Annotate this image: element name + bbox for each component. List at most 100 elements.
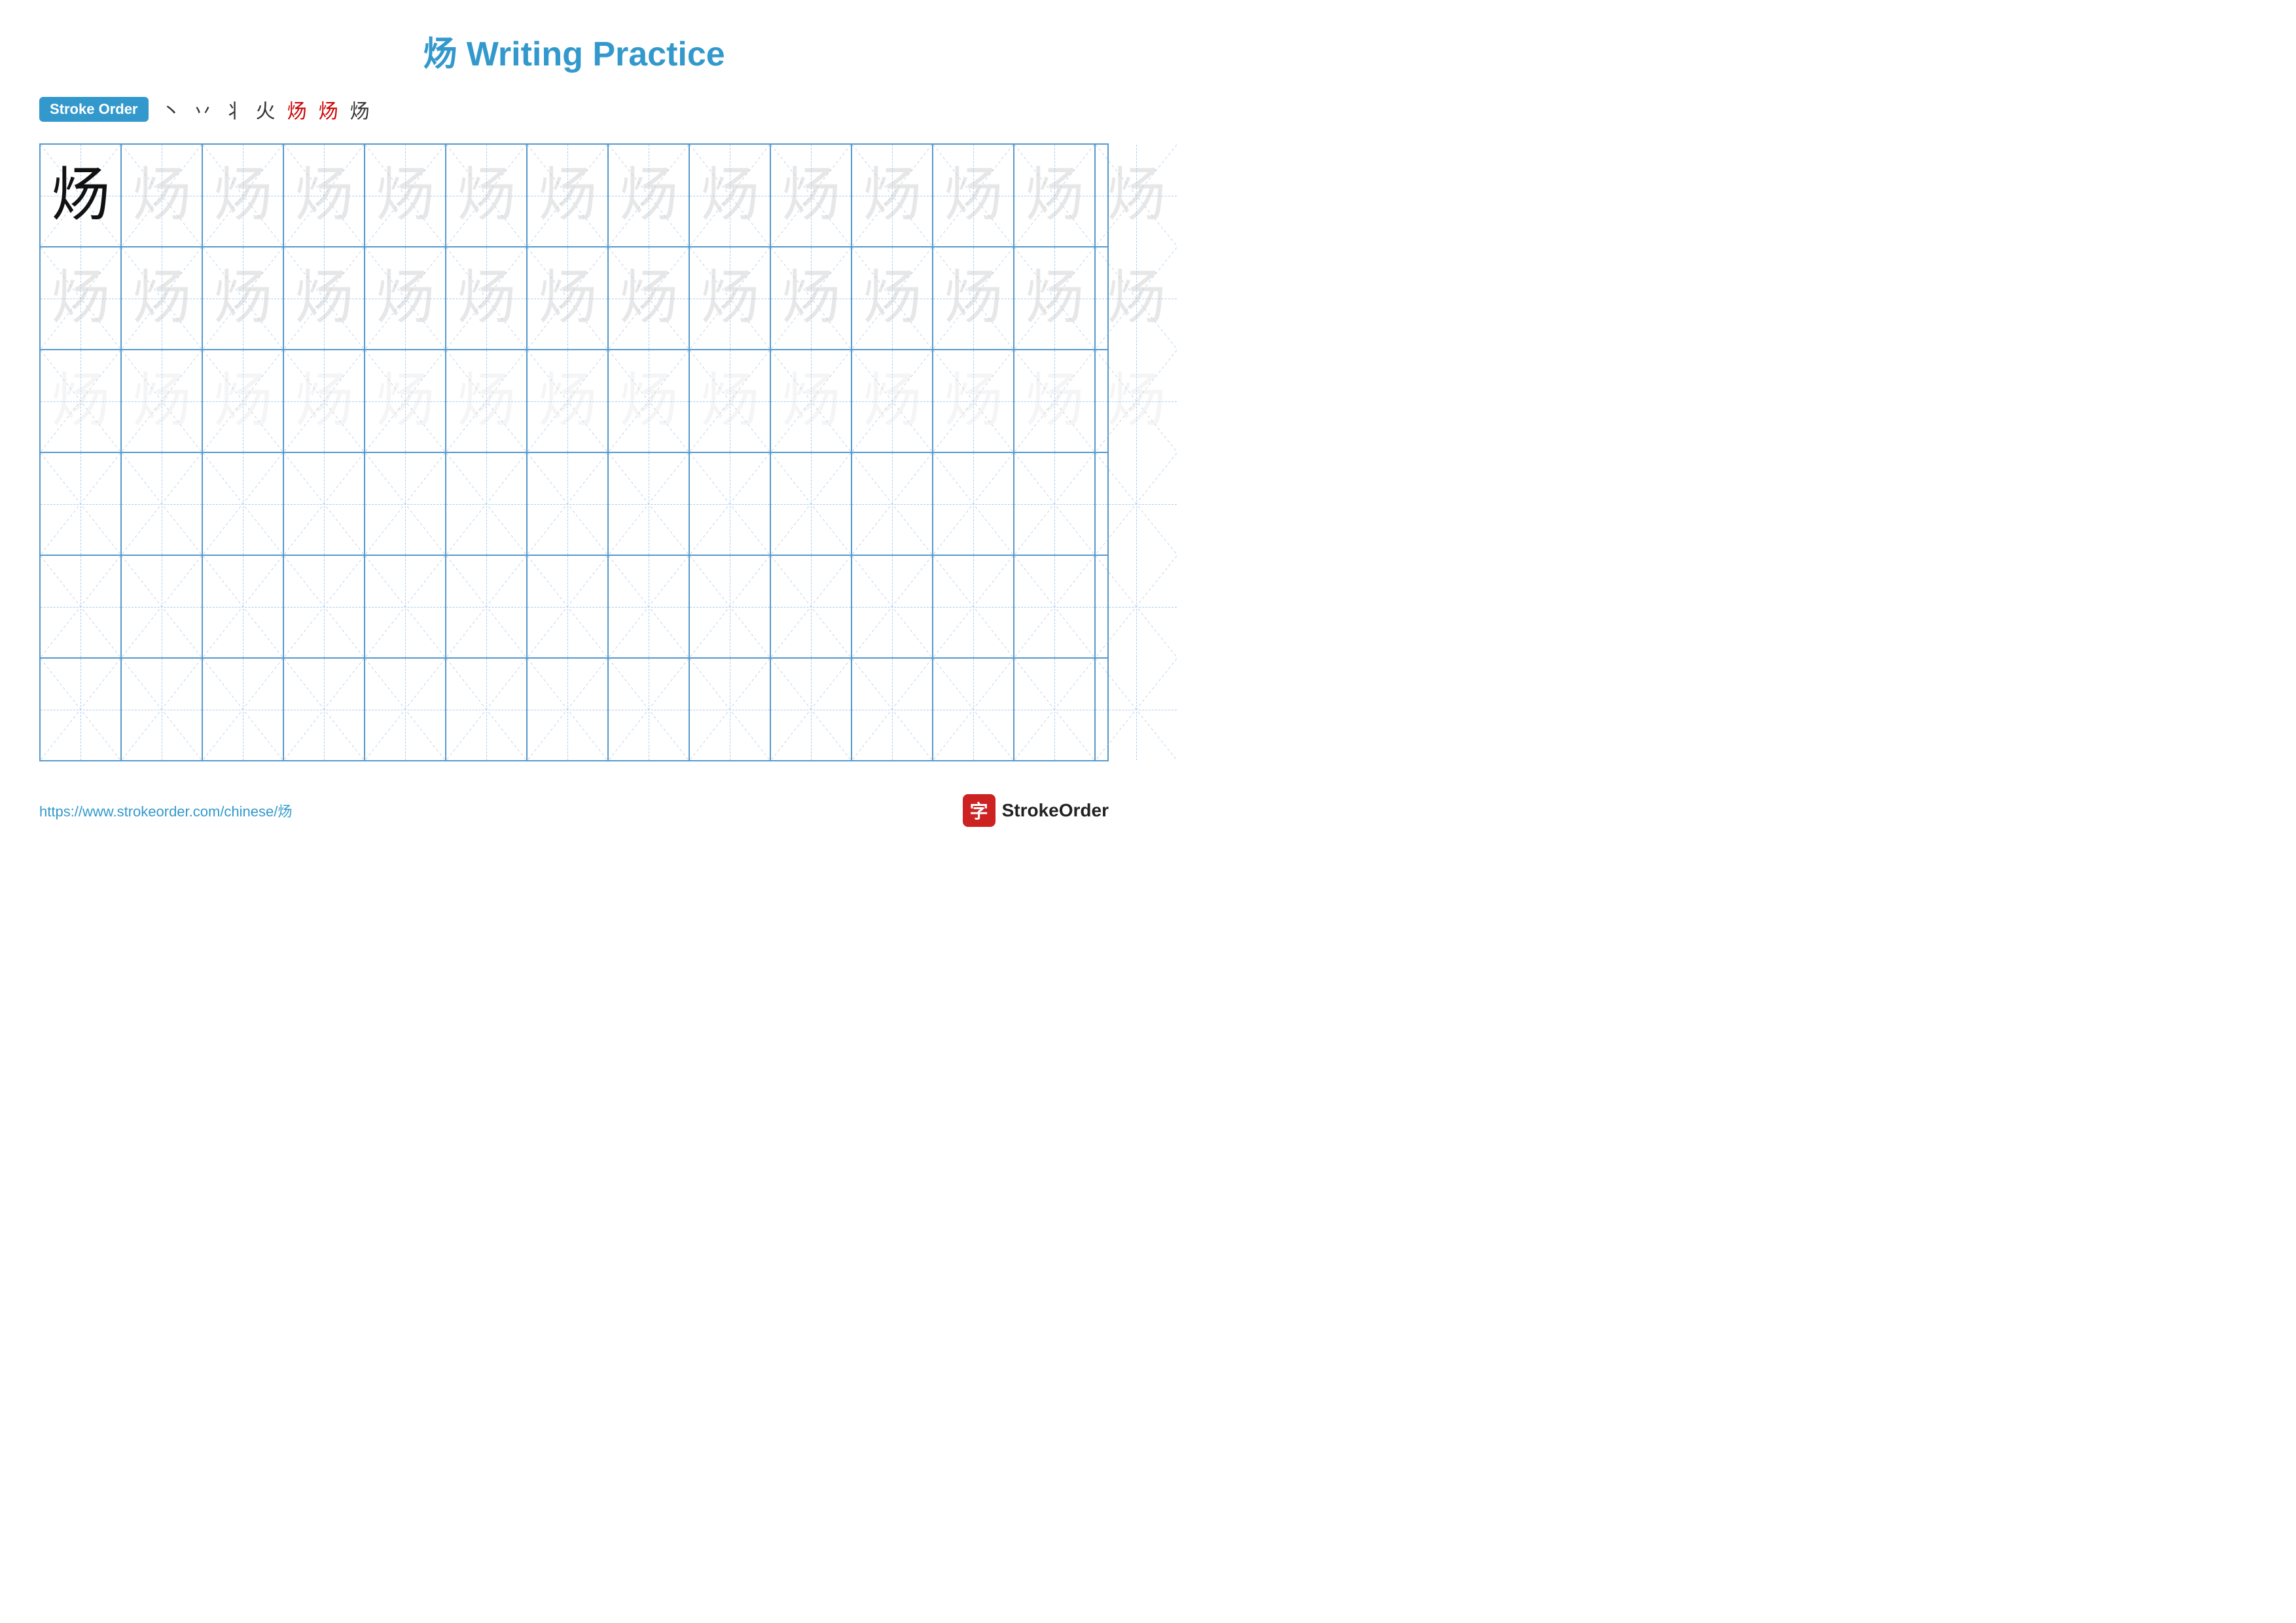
practice-char: 炀 [1107,166,1166,225]
grid-cell [122,556,203,657]
grid-cell: 炀 [852,247,933,349]
practice-char: 炀 [213,166,272,225]
grid-cell: 炀 [528,350,609,452]
stroke-step-3: 丬 [224,95,244,124]
grid-cell [203,659,284,760]
grid-cell [933,556,1014,657]
practice-char: 炀 [619,372,678,431]
grid-cell [1096,556,1177,657]
grid-cell [365,556,446,657]
grid-cell [690,453,771,555]
grid-cell [528,453,609,555]
grid-cell [1014,659,1096,760]
practice-char: 炀 [1025,372,1084,431]
practice-char: 炀 [863,166,922,225]
stroke-order-badge: Stroke Order [39,97,149,122]
practice-char: 炀 [1025,166,1084,225]
page-title: 炀 Writing Practice [0,0,1148,88]
practice-char: 炀 [700,269,759,328]
grid-cell [284,556,365,657]
grid-cell: 炀 [203,145,284,246]
grid-cell: 炀 [852,145,933,246]
practice-char: 炀 [376,269,435,328]
grid-cell [1096,453,1177,555]
grid-cell: 炀 [122,145,203,246]
grid-cell: 炀 [1096,350,1177,452]
grid-cell: 炀 [446,350,528,452]
grid-cell: 炀 [41,350,122,452]
grid-cell [690,659,771,760]
grid-cell: 炀 [365,247,446,349]
grid-cell [365,453,446,555]
grid-cell: 炀 [365,145,446,246]
practice-char: 炀 [457,166,516,225]
grid-cell: 炀 [284,247,365,349]
grid-cell: 炀 [41,145,122,246]
grid-cell: 炀 [528,247,609,349]
grid-cell: 炀 [1014,247,1096,349]
grid-cell: 炀 [284,350,365,452]
practice-char: 炀 [700,372,759,431]
grid-cell [771,453,852,555]
grid-cell: 炀 [609,247,690,349]
practice-char: 炀 [1107,269,1166,328]
grid-row: 炀炀炀炀炀炀炀炀炀炀炀炀炀炀 [41,145,1107,247]
practice-char: 炀 [781,166,840,225]
practice-char: 炀 [538,166,597,225]
logo-text: StrokeOrder [1002,800,1109,821]
grid-cell [609,556,690,657]
practice-char: 炀 [538,269,597,328]
stroke-step-4: 火 [256,95,276,124]
grid-cell [41,453,122,555]
grid-cell [284,453,365,555]
practice-char: 炀 [944,269,1003,328]
footer-url[interactable]: https://www.strokeorder.com/chinese/炀 [39,800,292,821]
grid-cell: 炀 [528,145,609,246]
practice-char: 炀 [132,166,191,225]
practice-char: 炀 [700,166,759,225]
grid-cell [933,453,1014,555]
grid-cell [1096,659,1177,760]
grid-cell: 炀 [771,350,852,452]
grid-cell: 炀 [690,350,771,452]
grid-cell: 炀 [284,145,365,246]
grid-row [41,556,1107,659]
grid-row: 炀炀炀炀炀炀炀炀炀炀炀炀炀炀 [41,350,1107,453]
footer-logo: 字 StrokeOrder [963,794,1109,827]
practice-char: 炀 [51,372,110,431]
grid-cell [203,556,284,657]
grid-cell: 炀 [122,247,203,349]
grid-cell [446,556,528,657]
grid-cell: 炀 [771,145,852,246]
practice-char: 炀 [944,372,1003,431]
grid-cell [203,453,284,555]
practice-char: 炀 [781,269,840,328]
grid-cell: 炀 [852,350,933,452]
grid-cell [41,556,122,657]
grid-cell [528,659,609,760]
stroke-step-1: 丶 [162,95,181,124]
grid-row [41,453,1107,556]
practice-char: 炀 [538,372,597,431]
grid-cell: 炀 [122,350,203,452]
grid-cell: 炀 [446,247,528,349]
practice-char: 炀 [295,166,353,225]
practice-char: 炀 [457,372,516,431]
practice-char: 炀 [863,269,922,328]
practice-char: 炀 [376,372,435,431]
grid-cell: 炀 [203,247,284,349]
practice-char: 炀 [1107,372,1166,431]
grid-cell [122,659,203,760]
practice-char: 炀 [295,372,353,431]
grid-cell: 炀 [446,145,528,246]
stroke-steps: 丶 丷 丬 火 炀 炀 炀 [162,95,370,124]
grid-cell: 炀 [365,350,446,452]
logo-icon: 字 [963,794,996,827]
grid-cell [528,556,609,657]
practice-char: 炀 [457,269,516,328]
practice-char: 炀 [51,166,110,225]
grid-cell: 炀 [933,350,1014,452]
grid-cell [852,556,933,657]
grid-cell [609,453,690,555]
stroke-step-2: 丷 [193,95,213,124]
